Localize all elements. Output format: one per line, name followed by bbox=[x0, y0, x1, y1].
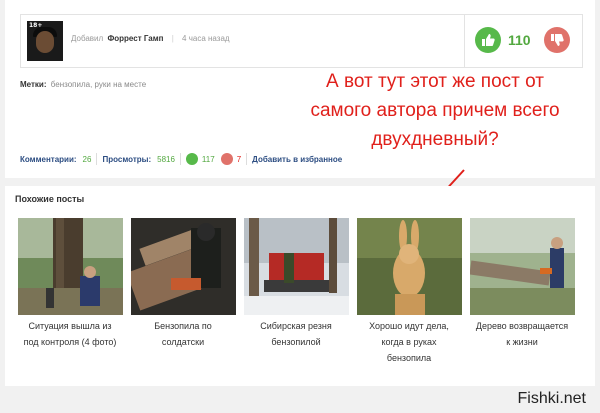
similar-post-thumbnail[interactable] bbox=[470, 218, 575, 315]
caption-line: Ситуация вышла из bbox=[28, 321, 112, 331]
separator: | bbox=[171, 34, 174, 43]
annotation-line: А вот тут этот же пост от bbox=[326, 71, 544, 92]
thumbs-up-icon bbox=[482, 34, 495, 46]
divider bbox=[96, 153, 98, 165]
comments-link[interactable]: Комментарии: bbox=[20, 155, 77, 164]
caption-line: Хорошо идут дела, bbox=[369, 321, 449, 331]
similar-post-caption[interactable]: Сибирская резня бензопилой bbox=[240, 318, 352, 350]
age-badge: 18+ bbox=[29, 22, 43, 29]
stats-row: Комментарии: 26 Просмотры: 5816 117 7 До… bbox=[20, 152, 342, 166]
caption-line: бензопила bbox=[386, 353, 432, 363]
caption-line: к жизни bbox=[506, 337, 538, 347]
caption-line: Дерево возвращается bbox=[475, 321, 569, 331]
posted-time: 4 часа назад bbox=[182, 34, 230, 43]
avatar[interactable]: 18+ bbox=[27, 21, 63, 61]
tags-row: Метки: бензопила, руки на месте bbox=[20, 80, 146, 89]
author-line: Добавил Форрест Гамп | 4 часа назад bbox=[71, 34, 230, 43]
wooden-rabbit-image bbox=[357, 218, 462, 315]
similar-posts-title: Похожие посты bbox=[15, 194, 85, 204]
similar-post-caption[interactable]: Ситуация вышла из под контроля (4 фото) bbox=[14, 318, 126, 350]
vote-up-button[interactable] bbox=[475, 27, 501, 53]
likes-count: 117 bbox=[201, 154, 215, 164]
caption-line: Бензопила по bbox=[154, 321, 212, 331]
similar-post-caption[interactable]: Дерево возвращается к жизни bbox=[466, 318, 578, 350]
similar-post-caption[interactable]: Хорошо идут дела, когда в руках бензопил… bbox=[353, 318, 465, 366]
avatar-face bbox=[36, 31, 54, 53]
tag-link[interactable]: бензопила bbox=[51, 80, 90, 89]
thumbs-down-icon bbox=[551, 34, 564, 46]
vote-score: 110 bbox=[508, 32, 531, 48]
dislikes-count: 7 bbox=[236, 154, 242, 164]
caption-line: бензопилой bbox=[271, 337, 321, 347]
caption-line: Сибирская резня bbox=[260, 321, 332, 331]
similar-post-caption[interactable]: Бензопила по солдатски bbox=[127, 318, 239, 350]
views-count: 5816 bbox=[157, 154, 175, 164]
vote-divider bbox=[464, 15, 465, 67]
similar-post-thumbnail[interactable] bbox=[357, 218, 462, 315]
page: 18+ Добавил Форрест Гамп | 4 часа назад … bbox=[0, 0, 600, 413]
soldier-chainsaw-image bbox=[131, 218, 236, 315]
dislike-icon[interactable] bbox=[220, 153, 233, 165]
site-watermark: Fishki.net bbox=[517, 390, 586, 407]
divider bbox=[246, 153, 248, 165]
comments-count: 26 bbox=[82, 154, 92, 164]
caption-line: солдатски bbox=[161, 337, 205, 347]
tags-separator: , bbox=[90, 80, 93, 89]
similar-post-thumbnail[interactable] bbox=[244, 218, 349, 315]
divider bbox=[179, 153, 181, 165]
vote-down-button[interactable] bbox=[544, 27, 570, 53]
caption-line: когда в руках bbox=[381, 337, 437, 347]
like-icon[interactable] bbox=[185, 153, 198, 165]
author-name-link[interactable]: Форрест Гамп bbox=[107, 34, 163, 43]
annotation-line: двухдневный? bbox=[371, 129, 499, 150]
author-box: 18+ Добавил Форрест Гамп | 4 часа назад … bbox=[20, 14, 583, 68]
annotation-text: А вот тут этот же пост от самого автора … bbox=[270, 67, 600, 154]
add-to-favorites-link[interactable]: Добавить в избранное bbox=[252, 155, 342, 164]
similar-posts-section: Похожие посты Ситуация вышла из под конт… bbox=[5, 186, 595, 386]
fallen-tree-image bbox=[470, 218, 575, 315]
tree-cutting-image bbox=[18, 218, 123, 315]
caption-line: под контроля (4 фото) bbox=[23, 337, 117, 347]
views-label: Просмотры: bbox=[102, 154, 152, 164]
siberian-tractor-image bbox=[244, 218, 349, 315]
annotation-line: самого автора причем всего bbox=[310, 100, 560, 121]
tag-link[interactable]: руки на месте bbox=[95, 80, 147, 89]
tags-label: Метки: bbox=[20, 80, 47, 89]
author-prefix: Добавил bbox=[71, 34, 104, 43]
similar-post-thumbnail[interactable] bbox=[131, 218, 236, 315]
footer-background bbox=[0, 386, 600, 413]
similar-post-thumbnail[interactable] bbox=[18, 218, 123, 315]
